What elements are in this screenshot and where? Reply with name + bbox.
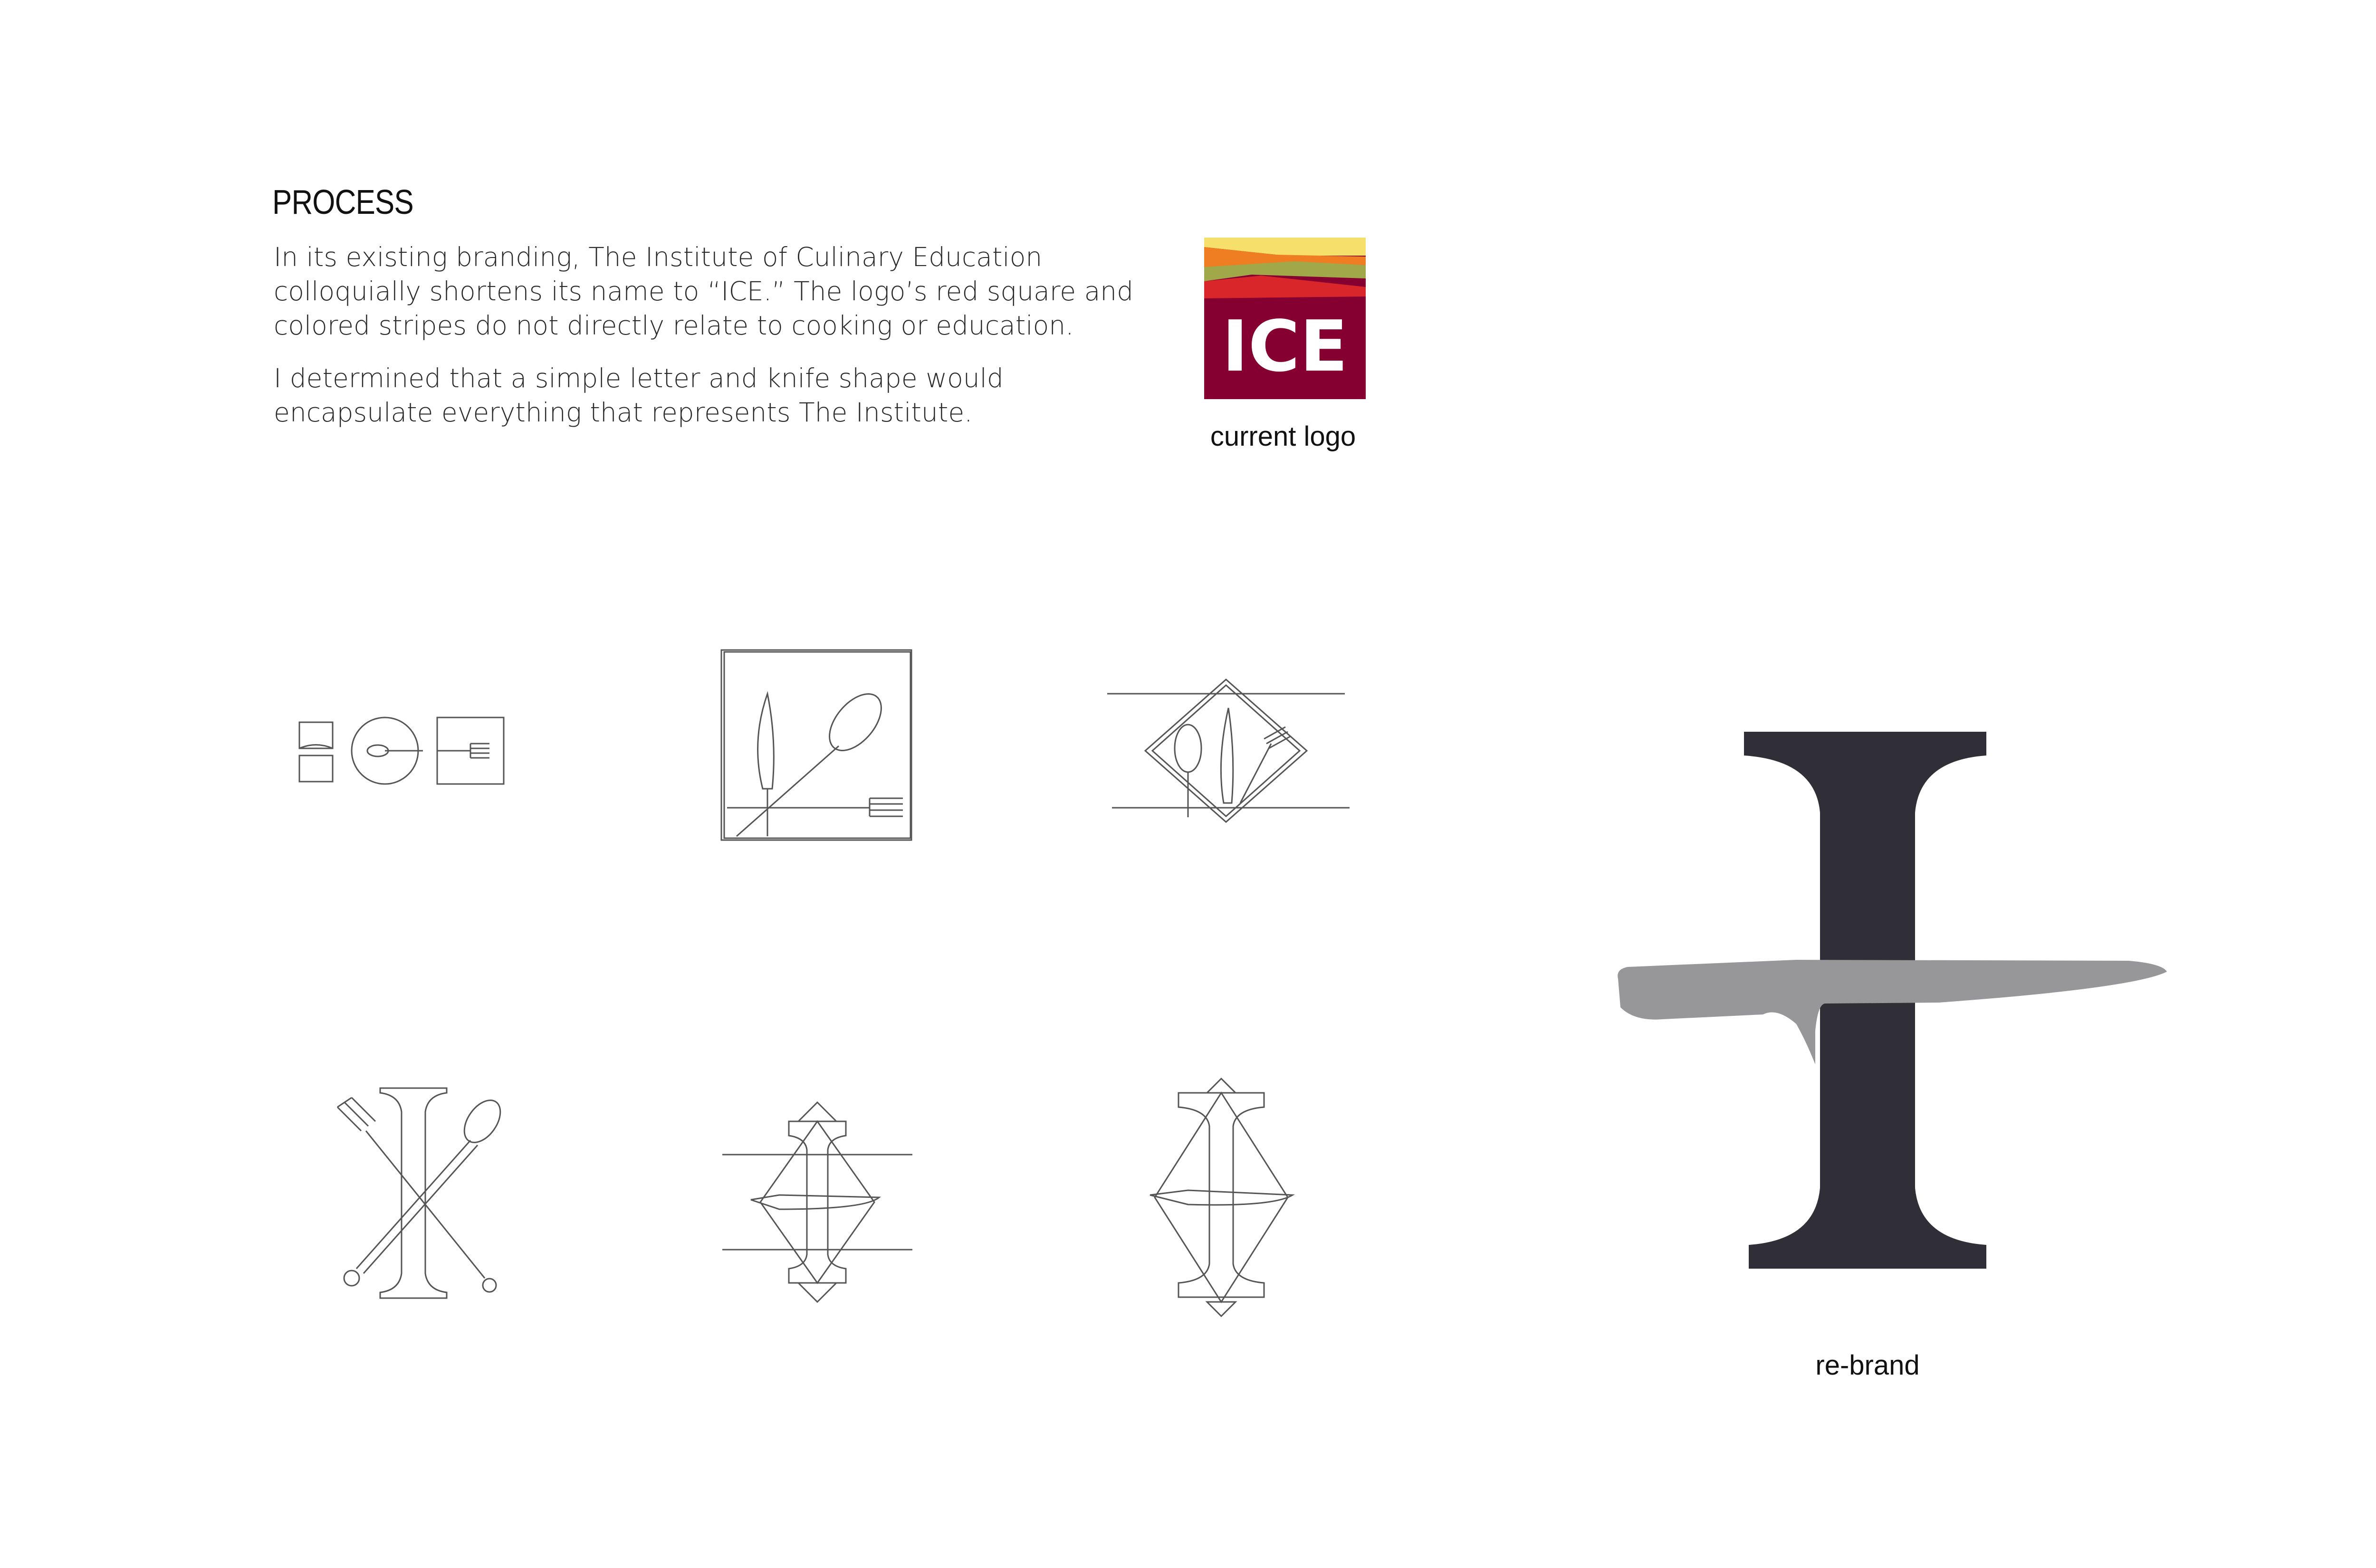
rebrand-caption: re-brand [1815, 1350, 1920, 1381]
knife-spoon-fork-square-sketch [720, 649, 912, 841]
conclusion-paragraph: I determined that a simple letter and kn… [274, 363, 1004, 428]
utensils-diamond-sketch [1107, 678, 1350, 823]
i-crossed-utensils-sketch [336, 1087, 501, 1299]
i-knife-diamond-sketch [722, 1101, 912, 1303]
i-knife-tall-diamond-sketch [1150, 1077, 1295, 1318]
logo-text: ICE [1222, 306, 1348, 387]
current-ice-logo: ICE [1204, 238, 1366, 399]
rebrand-logo [1618, 732, 2167, 1269]
current-logo-caption: current logo [1210, 421, 1356, 452]
intro-paragraph: In its existing branding, The Institute … [274, 242, 1134, 341]
section-heading: PROCESS [272, 183, 414, 221]
ice-letters-sketch [298, 717, 505, 785]
